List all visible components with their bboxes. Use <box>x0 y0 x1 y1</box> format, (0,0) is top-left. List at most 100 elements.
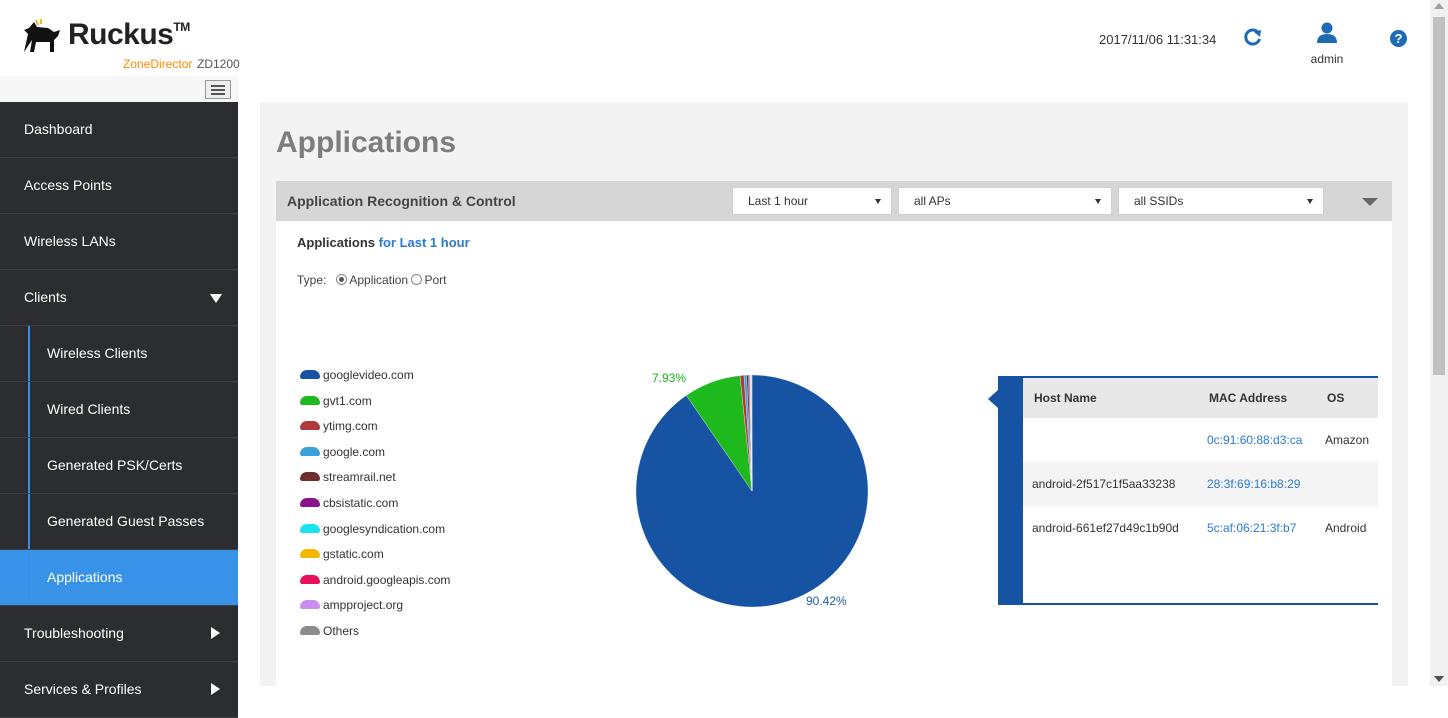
user-name: admin <box>1307 52 1347 66</box>
scroll-down-arrow-icon[interactable] <box>1434 676 1444 682</box>
sidebar-item-generated-psk-certs[interactable]: Generated PSK/Certs <box>0 438 238 494</box>
legend-item[interactable]: ytimg.com <box>300 418 450 444</box>
refresh-icon[interactable] <box>1243 27 1263 47</box>
popover-pointer <box>988 390 998 408</box>
sidebar-toggle-button[interactable] <box>205 80 231 99</box>
header-datetime: 2017/11/06 11:31:34 <box>1099 32 1216 47</box>
product-name: ZoneDirector <box>123 57 192 71</box>
legend-item[interactable]: streamrail.net <box>300 469 450 495</box>
pie-data-label: 90.42% <box>806 594 847 608</box>
legend-swatch-icon <box>300 600 320 609</box>
legend-label: ampproject.org <box>323 598 403 612</box>
sidebar-item-wireless-clients[interactable]: Wireless Clients <box>0 326 238 382</box>
sidebar-item-applications[interactable]: Applications <box>0 550 238 606</box>
expand-down-icon <box>210 294 222 303</box>
sidebar-item-wireless-lans[interactable]: Wireless LANs <box>0 214 238 270</box>
table-row[interactable]: android-2f517c1f5aa33238 28:3f:69:16:b8:… <box>1023 462 1378 506</box>
os-cell <box>1316 462 1378 506</box>
page-title: Applications <box>276 126 456 160</box>
legend-swatch-icon <box>300 396 320 405</box>
scroll-up-arrow-icon[interactable] <box>1434 3 1444 9</box>
column-mac-address: MAC Address <box>1198 378 1316 418</box>
collapse-panel-icon[interactable] <box>1362 198 1378 206</box>
sidebar-item-access-points[interactable]: Access Points <box>0 158 238 214</box>
brand-name: RuckusTM <box>68 18 190 52</box>
sidebar-item-troubleshooting[interactable]: Troubleshooting <box>0 606 238 662</box>
legend-swatch-icon <box>300 498 320 507</box>
legend-label: streamrail.net <box>323 470 396 484</box>
radio-checked-icon <box>336 274 347 285</box>
legend-swatch-icon <box>300 447 320 456</box>
legend-item[interactable]: Others <box>300 623 450 649</box>
user-icon <box>1315 22 1339 44</box>
sidebar-item-label: Clients <box>24 289 67 305</box>
sidebar-item-generated-guest-passes[interactable]: Generated Guest Passes <box>0 494 238 550</box>
legend-item[interactable]: android.googleapis.com <box>300 572 450 598</box>
radio-unchecked-icon <box>411 274 422 285</box>
legend-swatch-icon <box>300 626 320 635</box>
sidebar-item-label: Services & Profiles <box>24 681 141 697</box>
sidebar-item-label: Wired Clients <box>47 401 130 417</box>
legend-label: Others <box>323 624 359 638</box>
legend-label: ytimg.com <box>323 419 378 433</box>
page-scrollbar[interactable] <box>1430 0 1448 686</box>
column-host-name: Host Name <box>1023 378 1198 418</box>
legend-item[interactable]: googlevideo.com <box>300 367 450 393</box>
ssid-filter-value: all SSIDs <box>1134 194 1183 208</box>
host-table: Host Name MAC Address OS 0c:91:60:88:d3:… <box>1023 378 1378 550</box>
chart-legend: googlevideo.com gvt1.com ytimg.com google.c… <box>300 367 450 649</box>
mac-address-link[interactable]: 28:3f:69:16:b8:29 <box>1198 462 1316 506</box>
table-row[interactable]: 0c:91:60:88:d3:ca Amazon <box>1023 418 1378 462</box>
column-os: OS <box>1316 378 1378 418</box>
os-cell: Amazon <box>1316 418 1378 462</box>
type-application-radio[interactable]: Application <box>336 273 408 287</box>
os-cell: Android <box>1316 506 1378 550</box>
legend-item[interactable]: gstatic.com <box>300 546 450 572</box>
radio-label: Application <box>349 273 408 287</box>
model-name: ZD1200 <box>197 57 240 71</box>
scroll-thumb[interactable] <box>1433 17 1445 375</box>
legend-label: gvt1.com <box>323 394 372 408</box>
table-row[interactable]: android-661ef27d49c1b90d 5c:af:06:21:3f:… <box>1023 506 1378 550</box>
legend-item[interactable]: gvt1.com <box>300 393 450 419</box>
help-icon[interactable]: ? <box>1390 30 1407 47</box>
panel-body: Applications for Last 1 hour Type: Appli… <box>276 221 1392 686</box>
time-range-value: Last 1 hour <box>748 194 808 208</box>
legend-label: cbsistatic.com <box>323 496 398 510</box>
type-port-radio[interactable]: Port <box>411 273 446 287</box>
pie-chart-svg <box>632 371 872 611</box>
sidebar-item-services-profiles[interactable]: Services & Profiles <box>0 662 238 718</box>
time-range-select[interactable]: Last 1 hour <box>732 187 892 215</box>
host-name-cell: android-661ef27d49c1b90d <box>1023 506 1198 550</box>
legend-item[interactable]: cbsistatic.com <box>300 495 450 521</box>
applications-heading: Applications for Last 1 hour <box>297 235 470 250</box>
expand-right-icon <box>211 683 220 695</box>
type-selector: Type: Application Port <box>297 273 446 287</box>
legend-swatch-icon <box>300 370 320 379</box>
sidebar-item-wired-clients[interactable]: Wired Clients <box>0 382 238 438</box>
legend-item[interactable]: google.com <box>300 444 450 470</box>
legend-swatch-icon <box>300 549 320 558</box>
mac-address-link[interactable]: 0c:91:60:88:d3:ca <box>1198 418 1316 462</box>
legend-label: googlevideo.com <box>323 368 414 382</box>
sidebar-item-label: Generated Guest Passes <box>47 513 204 529</box>
ssid-filter-select[interactable]: all SSIDs <box>1118 187 1324 215</box>
legend-label: gstatic.com <box>323 547 384 561</box>
legend-item[interactable]: ampproject.org <box>300 597 450 623</box>
user-menu[interactable]: admin <box>1307 22 1347 66</box>
sidebar-item-dashboard[interactable]: Dashboard <box>0 102 238 158</box>
caret-down-icon <box>1307 199 1313 204</box>
legend-label: android.googleapis.com <box>323 573 450 587</box>
caret-down-icon <box>1095 199 1101 204</box>
legend-item[interactable]: googlesyndication.com <box>300 521 450 547</box>
type-label: Type: <box>297 273 326 287</box>
ap-filter-select[interactable]: all APs <box>898 187 1112 215</box>
sidebar-item-clients[interactable]: Clients <box>0 270 238 326</box>
legend-swatch-icon <box>300 421 320 430</box>
mac-address-link[interactable]: 5c:af:06:21:3f:b7 <box>1198 506 1316 550</box>
ruckus-logo[interactable]: RuckusTM ZoneDirector ZD1200 <box>20 12 270 72</box>
sidebar-item-label: Wireless Clients <box>47 345 147 361</box>
sidebar-item-label: Dashboard <box>24 121 93 137</box>
host-name-cell <box>1023 418 1198 462</box>
panel-title: Application Recognition & Control <box>287 193 516 209</box>
